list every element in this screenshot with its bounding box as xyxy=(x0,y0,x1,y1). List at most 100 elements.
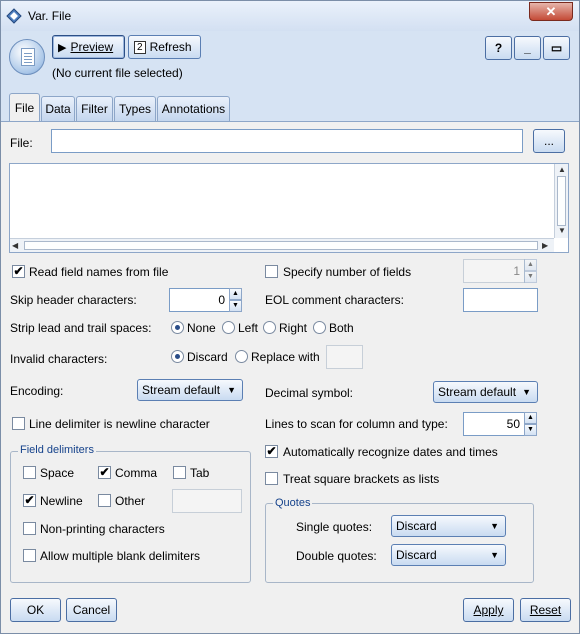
specify-fields-checkbox[interactable] xyxy=(265,265,278,278)
preview-vertical-scrollbar[interactable]: ▲ ▼ xyxy=(554,164,568,238)
skip-header-input[interactable]: 0 xyxy=(169,288,230,312)
strip-left-label: Left xyxy=(238,321,259,335)
newline-delimiter-checkbox[interactable]: ✔ xyxy=(23,494,36,507)
double-quotes-label: Double quotes: xyxy=(296,549,377,563)
tab-annotations[interactable]: Annotations xyxy=(157,96,230,121)
double-quotes-dropdown[interactable]: Discard ▼ xyxy=(391,544,506,566)
invalid-replace-radio[interactable] xyxy=(235,350,248,363)
cancel-button[interactable]: Cancel xyxy=(66,598,117,622)
horizontal-scroll-thumb[interactable] xyxy=(24,241,538,250)
single-quotes-dropdown[interactable]: Discard ▼ xyxy=(391,515,506,537)
tab-data-label: Data xyxy=(45,102,71,116)
decimal-symbol-dropdown[interactable]: Stream default ▼ xyxy=(433,381,538,403)
comma-delimiter-checkbox[interactable]: ✔ xyxy=(98,466,111,479)
title-bar: Var. File ✕ xyxy=(1,1,579,31)
non-printing-checkbox[interactable] xyxy=(23,522,36,535)
file-preview-area[interactable]: ▲ ▼ ◀ ▶ xyxy=(9,163,569,253)
tab-bar: File Data Filter Types Annotations xyxy=(1,93,579,121)
ok-label: OK xyxy=(26,603,45,617)
invalid-discard-label: Discard xyxy=(187,350,228,364)
other-delimiter-label: Other xyxy=(115,494,146,508)
decimal-symbol-label: Decimal symbol: xyxy=(265,386,354,400)
preview-button[interactable]: ▶ Preview xyxy=(52,35,125,59)
tab-delimiter-checkbox[interactable] xyxy=(173,466,186,479)
minimize-button[interactable]: _ xyxy=(514,36,541,60)
refresh-icon: 2 xyxy=(134,40,146,54)
app-icon xyxy=(6,8,22,24)
tab-filter[interactable]: Filter xyxy=(76,96,113,121)
maximize-icon: ▭ xyxy=(550,41,563,55)
var-file-node-icon xyxy=(9,39,45,75)
line-delimiter-checkbox[interactable] xyxy=(12,417,25,430)
eol-comment-label: EOL comment characters: xyxy=(265,293,404,307)
node-header: ▶ Preview 2 Refresh ? _ ▭ (No current fi… xyxy=(1,31,579,93)
field-delimiters-title: Field delimiters xyxy=(18,444,96,456)
strip-right-radio[interactable] xyxy=(263,321,276,334)
reset-label: Reset xyxy=(529,603,562,617)
tab-file[interactable]: File xyxy=(9,93,40,121)
replace-with-input[interactable] xyxy=(326,345,363,369)
other-delimiter-checkbox[interactable] xyxy=(98,494,111,507)
tab-delimiter-label: Tab xyxy=(190,466,210,480)
read-field-names-label: Read field names from file xyxy=(29,265,169,279)
help-button[interactable]: ? xyxy=(485,36,512,60)
window-title: Var. File xyxy=(28,9,72,23)
non-printing-label: Non-printing characters xyxy=(40,522,165,536)
encoding-label: Encoding: xyxy=(10,384,64,398)
dropdown-arrow-icon: ▼ xyxy=(227,385,236,395)
skip-header-spinner[interactable]: ▲ ▼ xyxy=(229,288,242,312)
tab-types-label: Types xyxy=(118,102,151,116)
browse-button[interactable]: ... xyxy=(533,129,565,153)
single-quotes-value: Discard xyxy=(396,519,437,533)
multiple-blank-checkbox[interactable] xyxy=(23,549,36,562)
cancel-label: Cancel xyxy=(72,603,111,617)
tab-types[interactable]: Types xyxy=(114,96,156,121)
invalid-chars-label: Invalid characters: xyxy=(10,352,108,366)
maximize-button[interactable]: ▭ xyxy=(543,36,570,60)
invalid-replace-label: Replace with xyxy=(251,350,320,364)
ok-button[interactable]: OK xyxy=(10,598,61,622)
preview-label: Preview xyxy=(70,40,114,54)
lines-to-scan-input[interactable]: 50 xyxy=(463,412,525,436)
eol-comment-input[interactable] xyxy=(463,288,538,312)
number-of-fields-spinner[interactable]: ▲ ▼ xyxy=(524,259,537,283)
other-delimiter-input[interactable] xyxy=(172,489,242,513)
auto-dates-label: Automatically recognize dates and times xyxy=(283,445,498,459)
strip-none-radio[interactable] xyxy=(171,321,184,334)
tab-annotations-label: Annotations xyxy=(161,102,226,116)
file-tab-panel: File: ... ▲ ▼ ◀ ▶ ✔ Read field names fro… xyxy=(1,121,579,633)
browse-label: ... xyxy=(543,134,554,148)
space-delimiter-label: Space xyxy=(40,466,75,480)
strip-both-radio[interactable] xyxy=(313,321,326,334)
encoding-dropdown[interactable]: Stream default ▼ xyxy=(137,379,243,401)
space-delimiter-checkbox[interactable] xyxy=(23,466,36,479)
skip-header-value: 0 xyxy=(218,293,225,307)
skip-header-label: Skip header characters: xyxy=(10,293,137,307)
number-of-fields-input[interactable]: 1 xyxy=(463,259,525,283)
encoding-value: Stream default xyxy=(142,383,221,397)
close-button[interactable]: ✕ xyxy=(529,2,573,21)
play-icon: ▶ xyxy=(58,41,67,54)
minimize-icon: _ xyxy=(524,41,531,55)
tab-data[interactable]: Data xyxy=(41,96,75,121)
apply-button[interactable]: Apply xyxy=(463,598,514,622)
strip-spaces-label: Strip lead and trail spaces: xyxy=(10,321,152,335)
refresh-button[interactable]: 2 Refresh xyxy=(128,35,201,59)
lines-to-scan-spinner[interactable]: ▲ ▼ xyxy=(524,412,537,436)
quotes-title: Quotes xyxy=(273,497,313,509)
strip-left-radio[interactable] xyxy=(222,321,235,334)
preview-horizontal-scrollbar[interactable]: ◀ ▶ xyxy=(10,238,554,252)
dropdown-arrow-icon: ▼ xyxy=(490,521,499,531)
square-brackets-checkbox[interactable] xyxy=(265,472,278,485)
vertical-scroll-thumb[interactable] xyxy=(557,176,566,226)
file-path-input[interactable] xyxy=(51,129,523,153)
reset-button[interactable]: Reset xyxy=(520,598,571,622)
decimal-symbol-value: Stream default xyxy=(438,385,517,399)
read-field-names-checkbox[interactable]: ✔ xyxy=(12,265,25,278)
auto-dates-checkbox[interactable]: ✔ xyxy=(265,445,278,458)
double-quotes-value: Discard xyxy=(396,548,437,562)
file-status: (No current file selected) xyxy=(52,66,183,80)
invalid-discard-radio[interactable] xyxy=(171,350,184,363)
single-quotes-label: Single quotes: xyxy=(296,520,373,534)
refresh-label: Refresh xyxy=(149,40,192,54)
